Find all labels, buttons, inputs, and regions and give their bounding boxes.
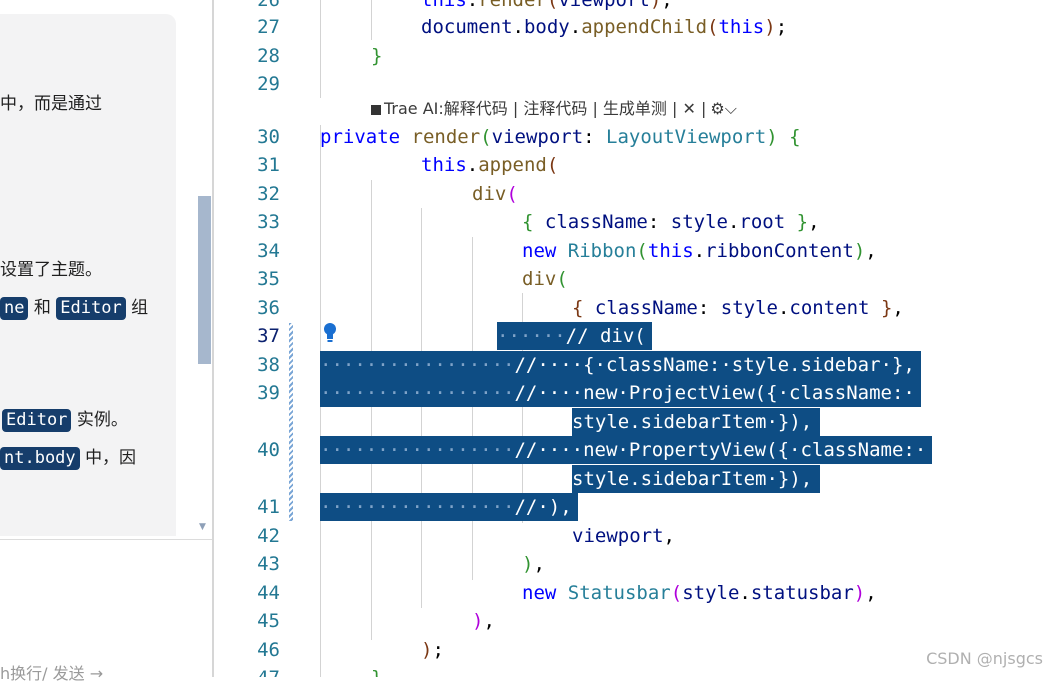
selected-code-line: ·················//·), <box>320 493 578 521</box>
line-number: 30 <box>257 126 280 148</box>
line-number: 34 <box>257 240 280 262</box>
code-line: { className: style.content }, <box>572 297 904 319</box>
selected-code-line: ······// div( <box>497 322 652 350</box>
indent-guide <box>421 208 422 608</box>
selected-code-line: style.sidebarItem·}), <box>572 408 821 436</box>
chat-text: 实例。 <box>76 410 128 430</box>
code-line: div( <box>472 183 518 205</box>
line-number: 47 <box>214 664 280 677</box>
code-line: div( <box>522 268 568 290</box>
line-number: 29 <box>257 73 280 95</box>
modified-lines-indicator <box>289 323 293 521</box>
chat-scrollbar-thumb[interactable] <box>198 196 211 364</box>
line-number: 31 <box>257 154 280 176</box>
chat-text-line: 中，而是通过 <box>0 94 102 114</box>
line-number: 39 <box>257 382 280 404</box>
indent-guide <box>371 0 372 40</box>
chat-text-line: nt.body 中，因 <box>0 446 136 470</box>
code-line: ), <box>522 553 545 575</box>
line-number: 38 <box>257 354 280 376</box>
code-line: new Ribbon(this.ribbonContent), <box>522 240 877 262</box>
line-number: 26 <box>257 0 280 11</box>
trae-ai-codelens[interactable]: Trae AI:解释代码 | 注释代码 | 生成单测 | ✕ | ⚙⌵ <box>371 97 737 121</box>
code-line: } <box>371 45 383 67</box>
line-number: 35 <box>257 268 280 290</box>
chat-text-line: 设置了主题。 <box>0 260 102 280</box>
line-number: 43 <box>257 553 280 575</box>
chat-input-divider <box>0 539 213 540</box>
selected-code-line: ·················//····new·ProjectView({… <box>320 379 921 407</box>
line-number: 33 <box>257 211 280 233</box>
code-line: this.render(viewport); <box>421 0 673 11</box>
selected-code-line: ·················//····{·className:·styl… <box>320 351 921 379</box>
chat-text: 组 <box>131 298 149 318</box>
line-number: 45 <box>257 610 280 632</box>
ai-chat-panel: 中，而是通过 设置了主题。 ne 和 Editor 组 Editor 实例。 n… <box>0 0 214 683</box>
chevron-down-icon[interactable]: ⌵ <box>725 99 737 118</box>
code-line: } <box>371 664 382 677</box>
code-editor[interactable]: 26 27 28 29 30 31 32 33 34 35 36 37 38 3… <box>214 0 1047 677</box>
indent-guide <box>371 180 372 640</box>
code-line: ); <box>421 639 444 661</box>
code-line: ), <box>472 610 495 632</box>
chat-text-line: Editor 实例。 <box>2 408 128 432</box>
line-number: 32 <box>257 183 280 205</box>
scroll-down-arrow-icon[interactable]: ▼ <box>199 522 206 532</box>
lightbulb-icon[interactable] <box>323 322 337 344</box>
indent-guide <box>472 237 473 580</box>
line-number-current: 37 <box>257 325 280 347</box>
line-number: 36 <box>257 297 280 319</box>
codelens-actions[interactable]: Trae AI:解释代码 | 注释代码 | 生成单测 | ✕ | <box>384 99 706 118</box>
selected-code-line: style.sidebarItem·}), <box>572 465 821 493</box>
selected-code-line: ·················//····new·PropertyView(… <box>320 436 933 464</box>
code-chip: ne <box>0 297 29 320</box>
line-number: 46 <box>257 639 280 661</box>
code-line: private render(viewport: LayoutViewport)… <box>320 126 801 148</box>
chat-message-card: 中，而是通过 设置了主题。 ne 和 Editor 组 Editor 实例。 n… <box>0 14 176 536</box>
line-number: 27 <box>257 16 280 38</box>
code-line: { className: style.root }, <box>522 211 820 233</box>
line-number: 28 <box>257 45 280 67</box>
code-line: document.body.appendChild(this); <box>421 16 788 38</box>
code-chip: Editor <box>56 297 126 320</box>
trae-logo-icon <box>371 105 381 115</box>
code-line: this.append( <box>421 154 559 176</box>
line-number: 40 <box>257 439 280 461</box>
indent-guide <box>320 0 321 98</box>
code-line: viewport, <box>572 525 675 547</box>
chat-input-hint: h换行/ 发送 → <box>0 664 104 683</box>
line-number: 41 <box>257 496 280 518</box>
code-line: new Statusbar(style.statusbar), <box>522 582 877 604</box>
line-number: 44 <box>257 582 280 604</box>
trae-settings-icon[interactable]: ⚙ <box>710 99 724 118</box>
watermark: CSDN @njsgcs <box>926 649 1043 668</box>
code-chip: nt.body <box>0 447 80 470</box>
chat-text: 和 <box>33 298 51 318</box>
line-number: 42 <box>257 525 280 547</box>
chat-text: 中，因 <box>85 448 137 468</box>
chat-text-line: ne 和 Editor 组 <box>0 296 148 320</box>
code-chip: Editor <box>2 409 72 432</box>
